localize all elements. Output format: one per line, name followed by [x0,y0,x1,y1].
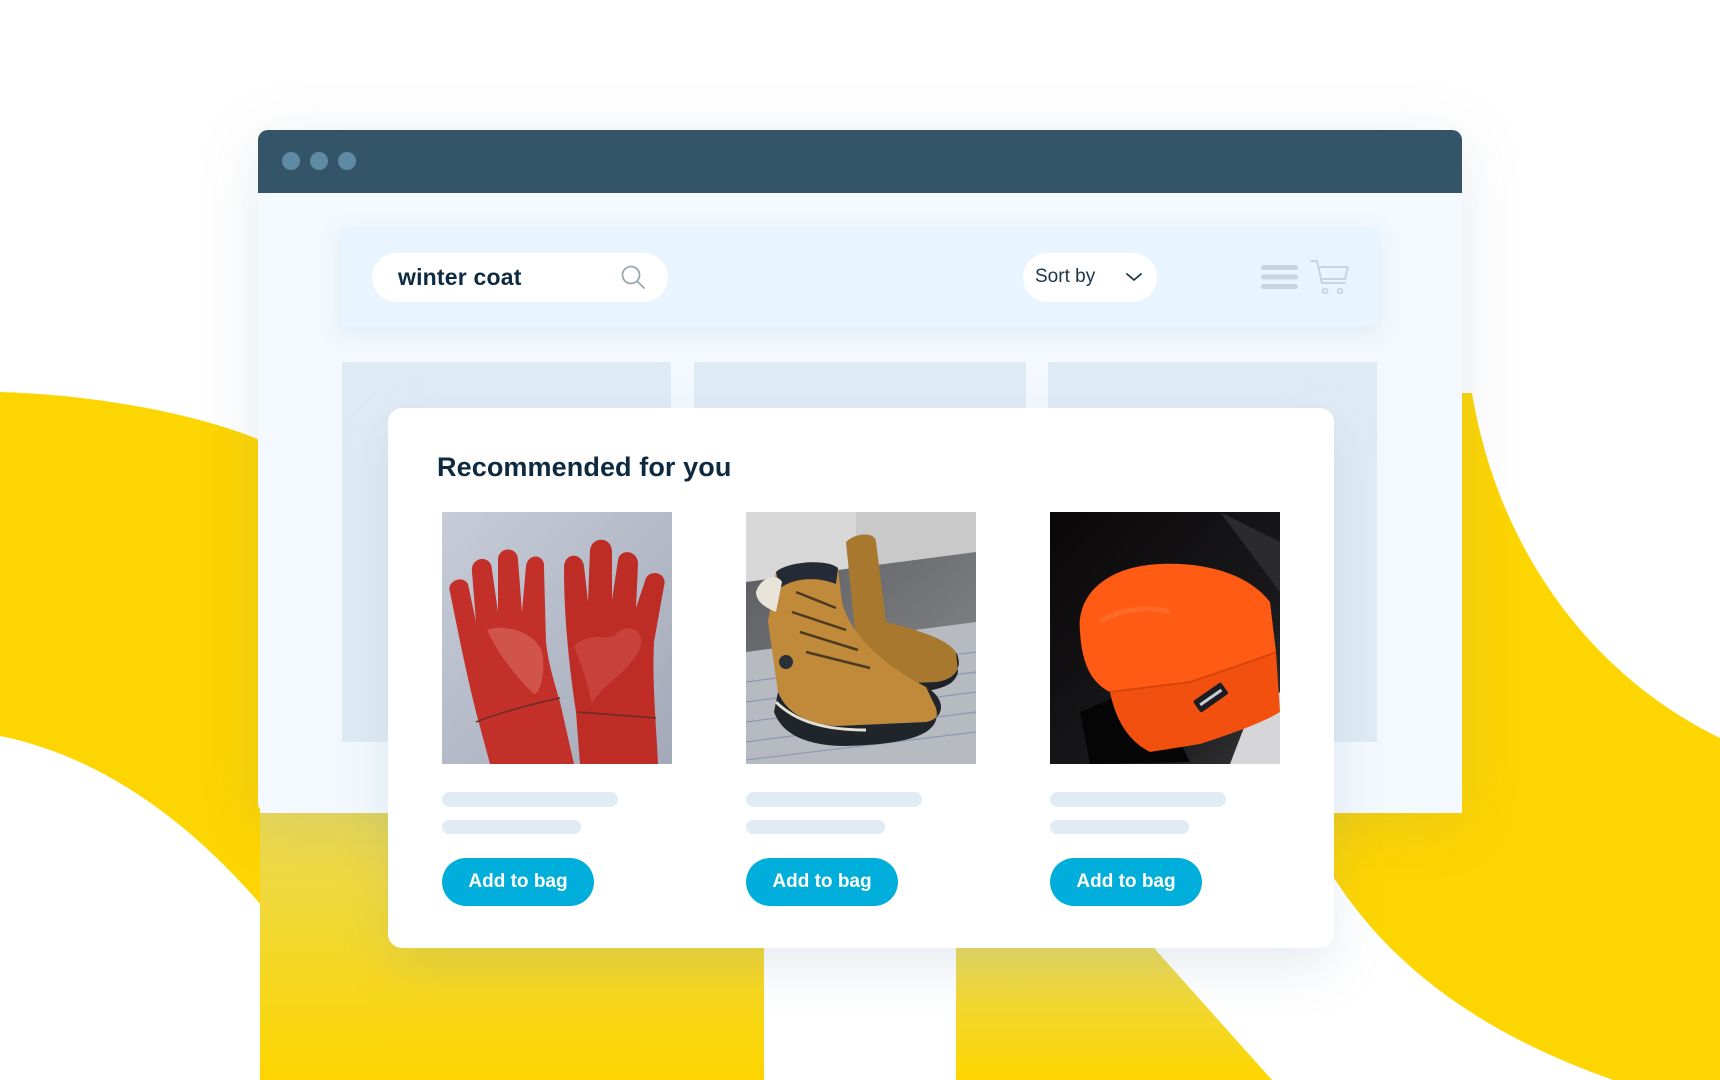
hamburger-menu-icon[interactable] [1261,264,1298,290]
gloves-image [442,512,672,764]
product-name-placeholder [1050,792,1226,807]
window-dot[interactable] [282,152,300,170]
window-dot[interactable] [310,152,328,170]
yellow-block-center [956,948,1272,1080]
add-to-bag-button[interactable]: Add to bag [442,858,594,906]
shopping-cart-icon[interactable] [1310,259,1350,296]
beanie-image [1050,512,1280,764]
product-image-beanie[interactable] [1050,512,1280,764]
window-dot[interactable] [338,152,356,170]
shop-toolbar: winter coat Sort by [340,227,1378,327]
product-card: Add to bag [1050,512,1280,912]
chevron-down-icon [1126,273,1142,281]
product-name-placeholder [746,792,922,807]
product-image-gloves[interactable] [442,512,672,764]
sort-dropdown[interactable]: Sort by [1023,253,1157,302]
search-icon[interactable] [620,264,646,290]
sort-label: Sort by [1035,266,1096,287]
product-price-placeholder [442,820,581,834]
boots-image [746,512,976,764]
recommendations-card: Recommended for you Add to bag Add to ba… [388,408,1334,948]
recommendations-title: Recommended for you [437,452,732,482]
add-to-bag-button[interactable]: Add to bag [746,858,898,906]
search-query[interactable]: winter coat [398,264,522,291]
product-price-placeholder [1050,820,1189,834]
window-titlebar [258,130,1462,193]
product-image-boots[interactable] [746,512,976,764]
search-input[interactable]: winter coat [372,253,668,302]
product-card: Add to bag [442,512,672,912]
product-card: Add to bag [746,512,976,912]
add-to-bag-button[interactable]: Add to bag [1050,858,1202,906]
product-price-placeholder [746,820,885,834]
product-name-placeholder [442,792,618,807]
